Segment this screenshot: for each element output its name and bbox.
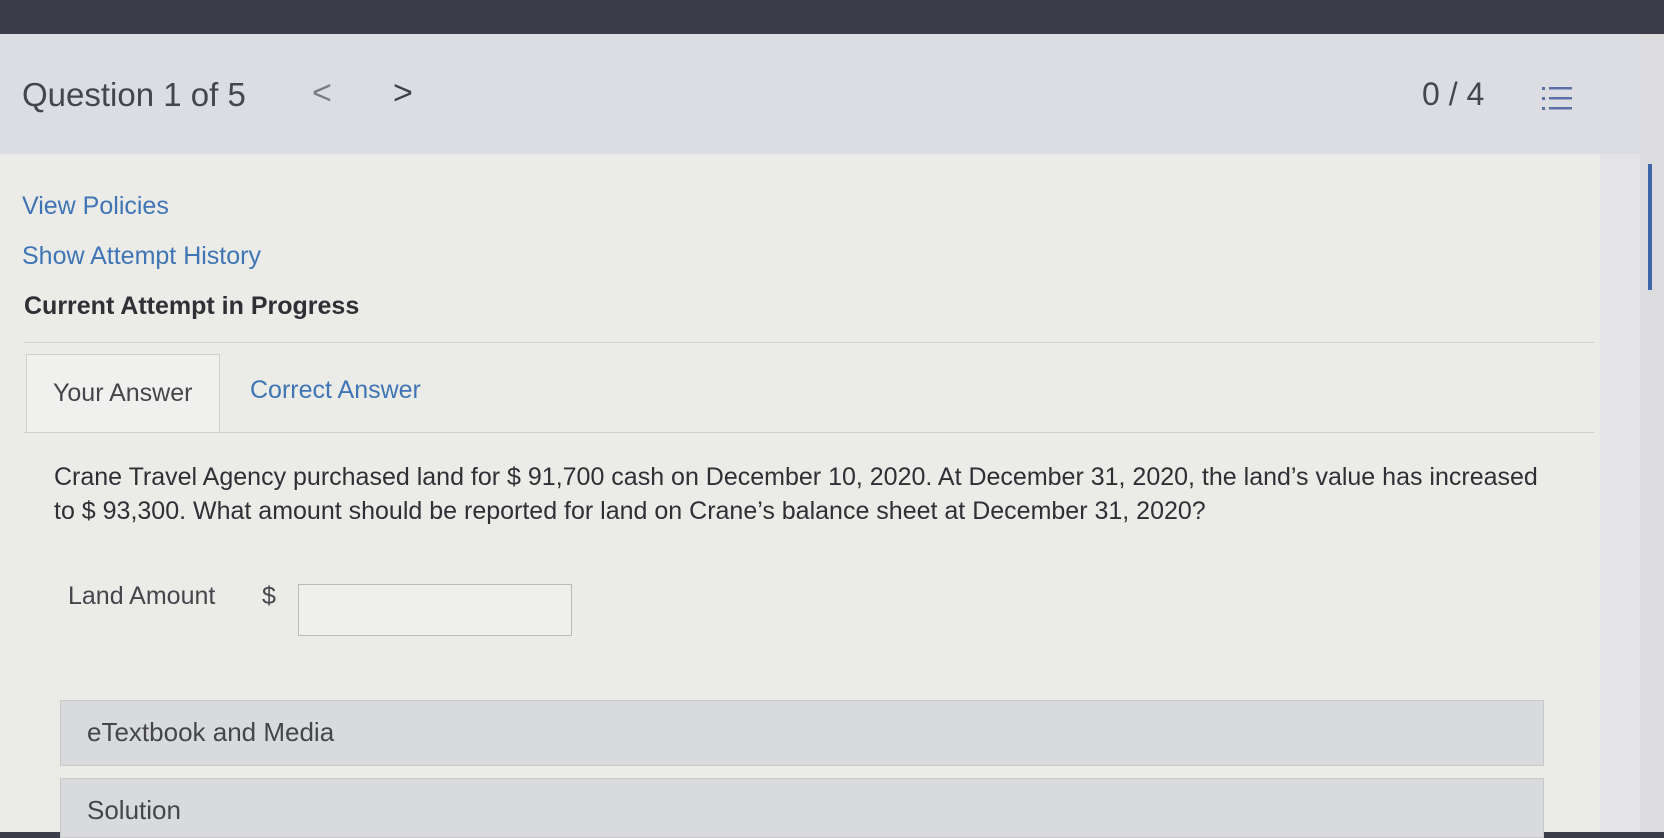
- etextbook-media-section[interactable]: eTextbook and Media: [60, 700, 1544, 766]
- solution-section[interactable]: Solution: [60, 778, 1544, 838]
- land-amount-input[interactable]: [298, 584, 572, 636]
- score-display: 0 / 4: [1422, 76, 1485, 112]
- show-attempt-history-link[interactable]: Show Attempt History: [22, 242, 261, 271]
- tab-your-answer-label: Your Answer: [53, 379, 193, 407]
- scrollbar-thumb[interactable]: [1648, 164, 1652, 290]
- tabs-divider: [24, 432, 1594, 433]
- side-panel-edge: [1640, 34, 1664, 832]
- currency-symbol: $: [262, 582, 276, 610]
- view-policies-link[interactable]: View Policies: [22, 192, 169, 221]
- solution-label: Solution: [87, 795, 181, 825]
- tab-your-answer[interactable]: Your Answer: [26, 354, 220, 433]
- tab-correct-answer[interactable]: Correct Answer: [250, 376, 421, 405]
- question-counter: Question 1 of 5: [22, 76, 246, 113]
- screen: Question 1 of 5 < > 0 / 4 View Policies …: [0, 34, 1664, 838]
- divider: [24, 342, 1594, 343]
- question-header: Question 1 of 5 < > 0 / 4: [0, 34, 1640, 154]
- next-question-button[interactable]: >: [393, 74, 413, 113]
- attempt-status: Current Attempt in Progress: [24, 292, 360, 320]
- etextbook-media-label: eTextbook and Media: [87, 717, 335, 747]
- list-icon[interactable]: [1542, 84, 1572, 114]
- question-content: View Policies Show Attempt History Curre…: [0, 154, 1600, 838]
- land-amount-label: Land Amount: [68, 582, 216, 610]
- question-text: Crane Travel Agency purchased land for $…: [54, 463, 1538, 525]
- previous-question-button[interactable]: <: [312, 74, 332, 113]
